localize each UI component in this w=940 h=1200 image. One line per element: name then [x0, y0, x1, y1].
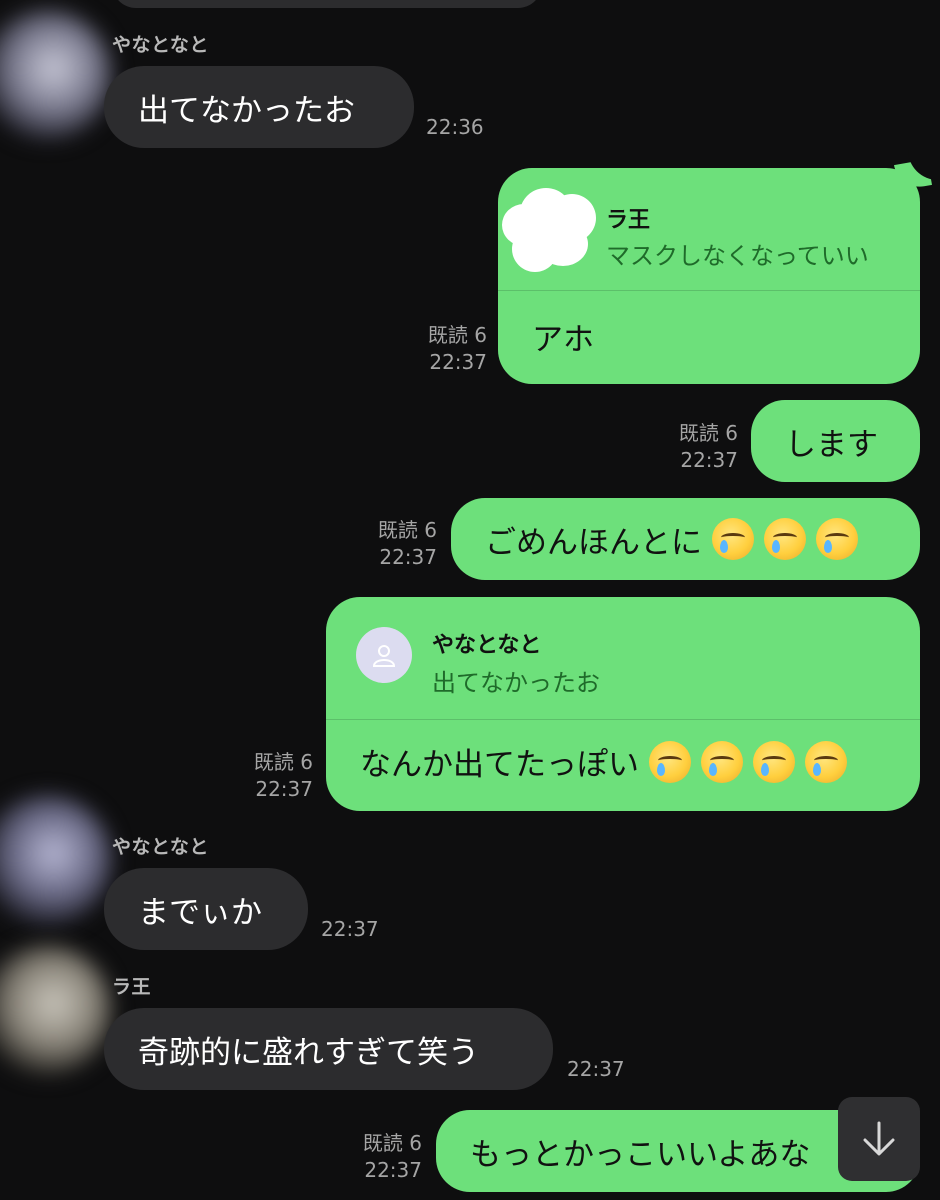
sender-name: やなとなと	[112, 836, 209, 858]
message-bubble[interactable]: します	[751, 400, 920, 482]
read-receipt: 既読 6 22:37	[678, 421, 738, 472]
message-text: までぃか	[138, 894, 262, 931]
previous-message-bubble	[112, 0, 542, 8]
quote-text: 出てなかったお	[432, 669, 600, 697]
reply-message-bubble[interactable]: ラ王 マスクしなくなっていい アホ	[498, 168, 920, 384]
message-time: 22:37	[567, 1057, 625, 1081]
arrow-down-icon	[863, 1121, 895, 1156]
crying-face-icon	[649, 740, 691, 783]
message-bubble[interactable]: 奇跡的に盛れすぎて笑う	[104, 1008, 553, 1090]
message-time: 22:36	[426, 115, 484, 139]
scroll-to-bottom-button[interactable]	[838, 1097, 920, 1181]
message-text: なんか出てたっぽい	[360, 747, 639, 783]
read-receipt: 既読 6 22:37	[377, 518, 437, 569]
reply-message-bubble[interactable]: やなとなと 出てなかったお なんか出てたっぽい	[326, 597, 920, 811]
read-receipt: 既読 6 22:37	[362, 1131, 422, 1182]
message-bubble[interactable]: ごめんほんとに	[451, 498, 920, 580]
user-icon	[372, 645, 396, 667]
quote-avatar	[356, 627, 412, 683]
message-text: ごめんほんとに	[485, 524, 702, 561]
message-bubble[interactable]: 出てなかったお	[104, 66, 414, 148]
message-text: します	[785, 426, 878, 463]
quote-text: マスクしなくなっていい	[606, 242, 869, 270]
message-text: アホ	[532, 322, 594, 358]
message-text: もっとかっこいいよあな	[470, 1136, 811, 1173]
avatar[interactable]	[0, 945, 112, 1075]
message-text: 出てなかったお	[138, 92, 355, 129]
read-receipt: 既読 6 22:37	[427, 323, 487, 374]
sender-name: ラ王	[112, 976, 152, 998]
message-text: 奇跡的に盛れすぎて笑う	[138, 1034, 479, 1071]
crying-face-icon	[764, 518, 806, 560]
message-time: 22:37	[321, 917, 379, 941]
avatar[interactable]	[0, 10, 112, 140]
sender-name: やなとなと	[112, 34, 209, 56]
crying-face-icon	[816, 518, 858, 560]
message-bubble[interactable]: までぃか	[104, 868, 308, 950]
avatar[interactable]	[0, 795, 112, 925]
message-content: なんか出てたっぽい	[360, 739, 847, 784]
quoted-message[interactable]: ラ王 マスクしなくなっていい	[498, 168, 920, 291]
crying-face-icon	[753, 740, 795, 783]
quoted-message[interactable]: やなとなと 出てなかったお	[326, 597, 920, 720]
read-receipt: 既読 6 22:37	[253, 750, 313, 801]
quote-sender: やなとなと	[432, 633, 542, 658]
quote-sender: ラ王	[606, 208, 651, 233]
crying-face-icon	[701, 740, 743, 783]
crying-face-icon	[805, 740, 847, 783]
crying-face-icon	[712, 518, 754, 560]
